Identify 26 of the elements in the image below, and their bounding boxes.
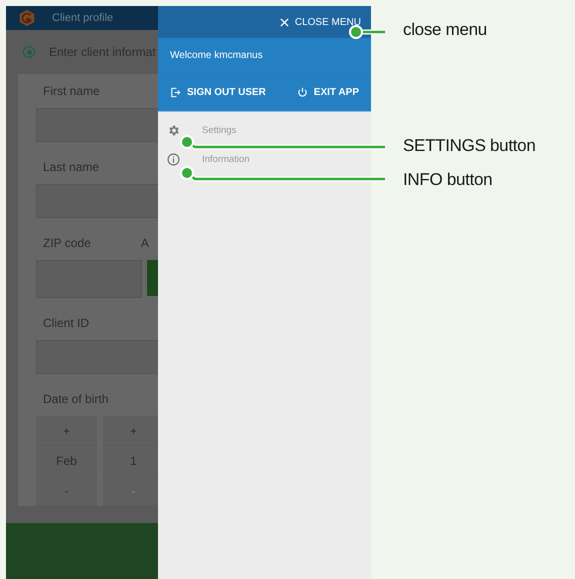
info-icon: [167, 153, 180, 166]
radio-button[interactable]: [23, 46, 35, 58]
leader-line: [349, 25, 385, 39]
field-label: A: [140, 236, 149, 250]
menu-item[interactable]: Information: [167, 153, 371, 166]
close-menu-button[interactable]: CLOSE MENU: [280, 16, 361, 28]
field-label: Date of birth: [43, 392, 108, 406]
logo-icon: [18, 9, 36, 27]
annotation-label: INFO button: [403, 170, 492, 190]
field-label: First name: [43, 84, 100, 98]
menu-item[interactable]: Settings: [167, 124, 371, 137]
screen-title: Client profile: [52, 12, 114, 24]
power-icon: [296, 86, 308, 98]
welcome-text: Welcome kmcmanus: [170, 50, 263, 60]
field-label: Client ID: [43, 316, 90, 330]
sign-out-icon: [170, 86, 181, 98]
annotation-label: close menu: [403, 20, 487, 40]
decrement-button[interactable]: -: [36, 476, 97, 506]
close-icon: [280, 18, 289, 26]
field-label: ZIP code: [43, 236, 91, 250]
sign-out-button[interactable]: SIGN OUT USER: [170, 86, 266, 98]
annotation-label: SETTINGS button: [403, 136, 536, 156]
gear-icon: [167, 124, 180, 137]
field-label: Last name: [43, 160, 100, 174]
increment-button[interactable]: +: [36, 416, 97, 446]
exit-app-button[interactable]: EXIT APP: [296, 86, 359, 98]
